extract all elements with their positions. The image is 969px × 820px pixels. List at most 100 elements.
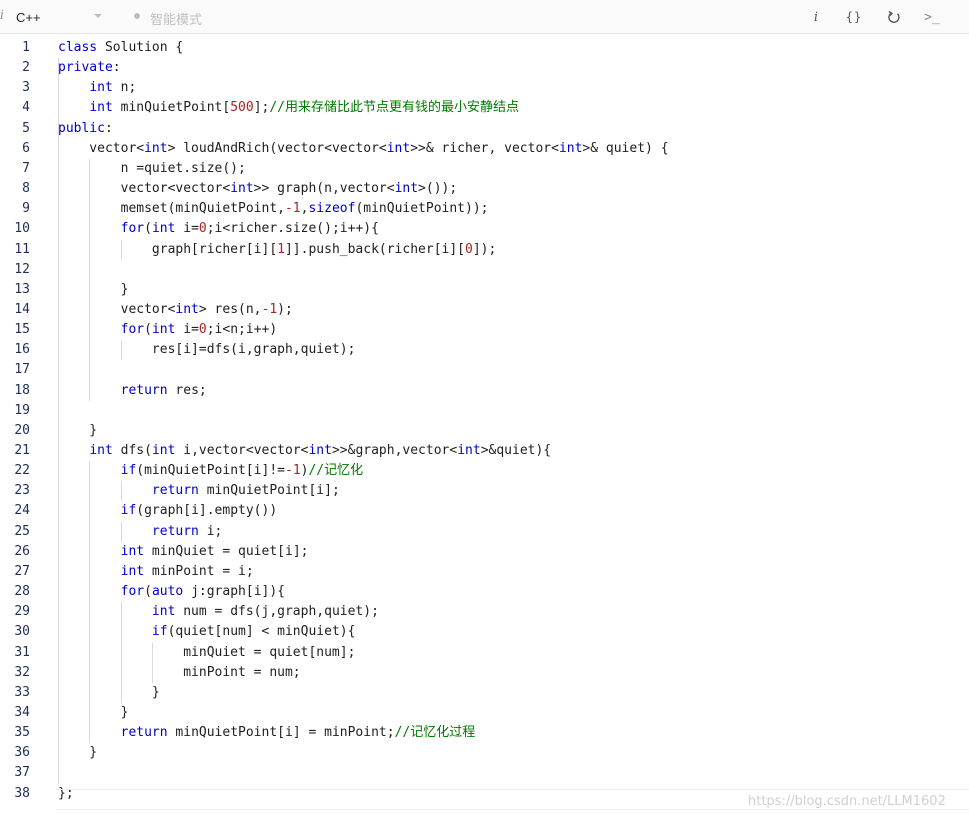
code-token: ( [144, 584, 152, 600]
code-line[interactable]: 14 vector<int> res(n,-1); [0, 300, 969, 320]
info-icon: i [813, 9, 819, 25]
code-token: int [457, 443, 481, 458]
code-token: int [89, 80, 113, 96]
indent-guide [120, 602, 122, 703]
code-text: } [58, 421, 97, 441]
code-token: private [58, 60, 113, 76]
line-number: 5 [22, 120, 30, 136]
line-number: 34 [14, 704, 30, 720]
code-token: return [120, 382, 168, 398]
code-line[interactable]: 23 return minQuietPoint[i]; [0, 481, 969, 501]
chevron-down-icon [94, 14, 102, 18]
code-line[interactable]: 3 int n; [0, 78, 969, 98]
mode-toggle-dot[interactable] [134, 13, 140, 19]
code-line[interactable]: 33 } [0, 683, 969, 703]
code-token: ]].push_back(richer[i][ [284, 241, 465, 257]
line-number: 26 [14, 543, 30, 559]
code-line[interactable]: 18 return res; [0, 381, 969, 401]
code-line[interactable]: 29 int num = dfs(j,graph,quiet); [0, 602, 969, 622]
code-token: minQuietPoint[ [112, 100, 231, 116]
code-token: 0 [198, 221, 207, 237]
language-select[interactable]: C++ [8, 3, 112, 30]
code-line[interactable]: 10 for(int i=0;i<richer.size();i++){ [0, 219, 969, 239]
code-text: return i; [58, 522, 222, 542]
code-token: ( [144, 322, 152, 338]
code-line[interactable]: 15 for(int i=0;i<n;i++) [0, 320, 969, 340]
code-line[interactable]: 32 minPoint = num; [0, 663, 969, 683]
code-text: minQuiet = quiet[num]; [58, 643, 355, 663]
code-editor[interactable]: 1 class Solution {2 private: 3 int n; 4 int … [0, 38, 969, 810]
smart-mode-label[interactable]: 智能模式 [150, 9, 202, 28]
code-token: //记忆化 [308, 463, 364, 479]
indent-guide [120, 481, 122, 502]
code-line[interactable]: 26 int minQuiet = quiet[i]; [0, 542, 969, 562]
code-line[interactable]: 16 res[i]=dfs(i,graph,quiet); [0, 340, 969, 360]
code-line[interactable]: 35 return minQuietPoint[i] = minPoint;//… [0, 723, 969, 743]
code-token: for [120, 322, 145, 338]
code-line[interactable]: 24 if(graph[i].empty()) [0, 501, 969, 521]
code-text: } [58, 743, 97, 763]
code-line[interactable]: 34 } [0, 703, 969, 723]
code-line[interactable]: 20 } [0, 421, 969, 441]
code-line[interactable]: 37 [0, 763, 969, 783]
code-token: //记忆化过程 [394, 725, 476, 741]
code-token: >>&graph,vector< [331, 443, 458, 458]
code-line[interactable]: 4 int minQuietPoint[500];//用来存储比此节点更有钱的最… [0, 98, 969, 118]
code-token: >& quiet) { [582, 140, 669, 156]
code-line[interactable]: 25 return i; [0, 522, 969, 542]
line-number: 4 [22, 100, 30, 116]
code-text: for(int i=0;i<richer.size();i++){ [58, 219, 379, 239]
line-number: 24 [14, 503, 30, 519]
braces-icon: {} [845, 10, 863, 24]
code-line[interactable]: 7 n =quiet.size(); [0, 159, 969, 179]
code-line[interactable]: 5 public: [0, 119, 969, 139]
line-number: 11 [14, 241, 30, 257]
code-text: int n; [58, 78, 136, 98]
code-token: : [104, 120, 113, 136]
code-line[interactable]: 8 vector<vector<int>> graph(n,vector<int… [0, 179, 969, 199]
code-line[interactable]: 30 if(quiet[num] < minQuiet){ [0, 622, 969, 642]
code-line[interactable]: 11 graph[richer[i][1]].push_back(richer[… [0, 240, 969, 260]
code-line[interactable]: 28 for(auto j:graph[i]){ [0, 582, 969, 602]
console-button[interactable]: >_ [920, 6, 944, 28]
code-line[interactable]: 6 vector<int> loudAndRich(vector<vector<… [0, 139, 969, 159]
line-number: 21 [14, 443, 30, 458]
line-number: 25 [14, 523, 30, 539]
reset-code-button[interactable] [882, 6, 906, 28]
code-token: > res(n, [198, 301, 262, 317]
code-line[interactable]: 13 } [0, 280, 969, 300]
code-line[interactable]: 19 [0, 401, 969, 421]
code-line[interactable]: 9 memset(minQuietPoint,-1,sizeof(minQuie… [0, 199, 969, 219]
code-token: } [58, 704, 129, 720]
code-line[interactable]: 27 int minPoint = i; [0, 562, 969, 582]
code-token: >()); [418, 181, 458, 197]
code-text: vector<int> loudAndRich(vector<vector<in… [58, 139, 669, 159]
code-token: res[i]=dfs(i,graph,quiet); [58, 342, 356, 358]
code-token: 1 [277, 241, 285, 257]
code-token: minQuiet = quiet[num]; [58, 644, 356, 660]
code-token: i,vector<vector< [175, 443, 309, 458]
code-token: if [151, 624, 168, 640]
code-line[interactable]: 22 if(minQuietPoint[i]!=-1)//记忆化 [0, 461, 969, 481]
line-number: 10 [14, 221, 30, 237]
watermark: https://blog.csdn.net/LLM1602 [748, 794, 946, 809]
code-line[interactable]: 21 int dfs(int i,vector<vector<int>>&gra… [0, 441, 969, 461]
indent-guide [120, 340, 122, 361]
code-text: vector<int> res(n,-1); [58, 300, 293, 320]
code-line[interactable]: 31 minQuiet = quiet[num]; [0, 643, 969, 663]
code-token: if [120, 463, 137, 479]
code-line[interactable]: 1 class Solution { [0, 38, 969, 58]
code-token: res; [167, 382, 207, 398]
format-code-button[interactable]: {} [842, 6, 866, 28]
code-line[interactable]: 17 [0, 360, 969, 380]
code-token: num = dfs(j,graph,quiet); [175, 604, 379, 620]
code-line[interactable]: 2 private: [0, 58, 969, 78]
code-token: ]); [472, 241, 497, 257]
indent-guide [152, 642, 154, 683]
code-line[interactable]: 12 [0, 260, 969, 280]
code-line[interactable]: 36 } [0, 743, 969, 763]
info-button[interactable]: i [804, 6, 828, 28]
code-token: return [151, 483, 199, 499]
